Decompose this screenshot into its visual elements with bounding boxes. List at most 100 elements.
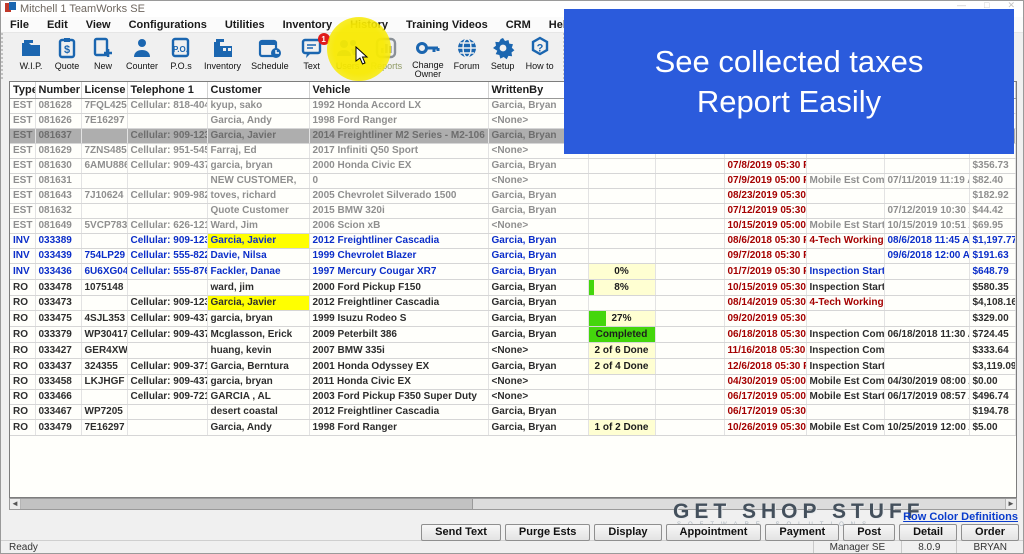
wip-row-081632[interactable]: EST081632Quote Customer2015 BMW 320iGarc… xyxy=(10,203,1016,218)
cell: RO xyxy=(10,389,35,404)
cell: 033466 xyxy=(35,389,81,404)
progress-cell xyxy=(588,158,655,173)
cell: Cellular: 909-123-4567 xyxy=(127,233,207,248)
cell: $648.79 xyxy=(969,263,1016,279)
toolbar-counter-button[interactable]: Counter xyxy=(121,33,163,79)
cell: Garcia, Javier xyxy=(207,295,309,310)
cell: $69.95 xyxy=(969,218,1016,233)
wip-row-033475[interactable]: RO0334754SJL353Cellular: 909-437-9514gar… xyxy=(10,310,1016,326)
cell: 08/14/2019 05:30 PM xyxy=(724,295,806,310)
key-icon xyxy=(415,35,441,60)
toolbar-change-owner-button[interactable]: Change Owner xyxy=(407,33,449,79)
cell: <None> xyxy=(488,389,588,404)
scroll-left-arrow-icon[interactable]: ◄ xyxy=(10,499,21,509)
reports-icon xyxy=(374,35,398,61)
appointment-button[interactable]: Appointment xyxy=(666,524,762,541)
cell: Garcia, Berntura xyxy=(207,358,309,374)
menu-item-history[interactable]: History xyxy=(341,19,397,31)
cell: WP30417 xyxy=(81,326,127,342)
cell xyxy=(81,128,127,143)
column-header-customer[interactable]: Customer xyxy=(207,82,309,98)
toolbar-forum-button[interactable]: Forum xyxy=(449,33,485,79)
cell: 081626 xyxy=(35,113,81,128)
cell: NEW CUSTOMER, xyxy=(207,173,309,188)
toolbar-how-to-button[interactable]: ?How to xyxy=(521,33,559,79)
wip-row-033379[interactable]: RO033379WP30417Cellular: 909-437-9514Mcg… xyxy=(10,326,1016,342)
menu-item-file[interactable]: File xyxy=(1,19,38,31)
wip-row-033436[interactable]: INV0334366U6XG04Cellular: 555-876-7892Fa… xyxy=(10,263,1016,279)
column-header-license[interactable]: License xyxy=(81,82,127,98)
toolbar-quote-button[interactable]: $Quote xyxy=(49,33,85,79)
toolbar-p-o-s-button[interactable]: P.O.P.O.s xyxy=(163,33,199,79)
toolbar-inventory-button[interactable]: Inventory xyxy=(199,33,246,79)
wip-row-081643[interactable]: EST0816437J10624Cellular: 909-982-1919to… xyxy=(10,188,1016,203)
cell: desert coastal xyxy=(207,404,309,419)
display-button[interactable]: Display xyxy=(594,524,661,541)
menu-item-configurations[interactable]: Configurations xyxy=(120,19,216,31)
column-header-vehicle[interactable]: Vehicle xyxy=(309,82,488,98)
cell: Garcia, Bryan xyxy=(488,404,588,419)
column-header-telephone-1[interactable]: Telephone 1 xyxy=(127,82,207,98)
app-logo-icon xyxy=(5,0,16,18)
payment-button[interactable]: Payment xyxy=(765,524,839,541)
action-button-row: Send TextPurge EstsDisplay AppointmentPay… xyxy=(421,524,1019,541)
row-color-definitions-link[interactable]: Row Color Definitions xyxy=(903,511,1018,523)
toolbar-setup-button[interactable]: Setup xyxy=(485,33,521,79)
toolbar-schedule-button[interactable]: Schedule xyxy=(246,33,294,79)
scrollbar-thumb[interactable] xyxy=(21,499,473,509)
menu-item-inventory[interactable]: Inventory xyxy=(274,19,342,31)
menu-item-edit[interactable]: Edit xyxy=(38,19,77,31)
cell: Garcia, Bryan xyxy=(488,279,588,295)
order-button[interactable]: Order xyxy=(961,524,1019,541)
scroll-right-arrow-icon[interactable]: ► xyxy=(1005,499,1016,509)
toolbar-text-button[interactable]: Text1 xyxy=(294,33,330,79)
cell xyxy=(806,404,884,419)
detail-button[interactable]: Detail xyxy=(899,524,957,541)
toolbar-reports-button[interactable]: Reports xyxy=(366,33,408,79)
cell: Davie, Nilsa xyxy=(207,248,309,263)
menu-item-crm[interactable]: CRM xyxy=(497,19,540,31)
cell: 754LP29 xyxy=(81,248,127,263)
wip-row-081649[interactable]: EST0816495VCP783Cellular: 626-121-3333Wa… xyxy=(10,218,1016,233)
svg-text:$: $ xyxy=(64,44,70,56)
wip-row-033466[interactable]: RO033466Cellular: 909-721-9858GARCIA , A… xyxy=(10,389,1016,404)
cell: toves, richard xyxy=(207,188,309,203)
wip-row-033478[interactable]: RO0334781075148ward, jim2000 Ford Pickup… xyxy=(10,279,1016,295)
toolbar-w-i-p--button[interactable]: W.I.P. xyxy=(13,33,49,79)
cell: 081628 xyxy=(35,98,81,113)
cell: 033389 xyxy=(35,233,81,248)
column-header-number[interactable]: Number xyxy=(35,82,81,98)
cell: 08/23/2019 05:30 PM xyxy=(724,188,806,203)
wip-row-033439[interactable]: INV033439754LP29Cellular: 555-822-2703Da… xyxy=(10,248,1016,263)
wip-row-081630[interactable]: EST0816306AMU886Cellular: 909-437-9514ga… xyxy=(10,158,1016,173)
menu-item-utilities[interactable]: Utilities xyxy=(216,19,274,31)
cell xyxy=(127,404,207,419)
app-window: Mitchell 1 TeamWorks SE — □ ✕ FileEditVi… xyxy=(0,0,1024,554)
wip-row-033427[interactable]: RO033427GER4XWMhuang, kevin2007 BMW 335i… xyxy=(10,342,1016,358)
purge-ests-button[interactable]: Purge Ests xyxy=(505,524,590,541)
toolbar-label: Counter xyxy=(126,62,158,71)
cell: 1998 Ford Ranger xyxy=(309,419,488,435)
wip-row-081631[interactable]: EST081631NEW CUSTOMER,0<None>07/9/2019 0… xyxy=(10,173,1016,188)
cell: Mobile Est Comple... xyxy=(806,173,884,188)
wip-row-033389[interactable]: INV033389Cellular: 909-123-4567Garcia, J… xyxy=(10,233,1016,248)
cell: 033475 xyxy=(35,310,81,326)
cell: RO xyxy=(10,419,35,435)
cell: 081631 xyxy=(35,173,81,188)
cell xyxy=(806,310,884,326)
wip-row-033437[interactable]: RO033437324355Cellular: 909-371-7340Garc… xyxy=(10,358,1016,374)
post-button[interactable]: Post xyxy=(843,524,895,541)
progress-cell: Completed xyxy=(588,326,655,342)
cell: Garcia, Bryan xyxy=(488,248,588,263)
column-header-type[interactable]: Type xyxy=(10,82,35,98)
wip-row-033479[interactable]: RO0334797E16297Garcia, Andy1998 Ford Ran… xyxy=(10,419,1016,435)
cell: INV xyxy=(10,233,35,248)
menu-item-training-videos[interactable]: Training Videos xyxy=(397,19,497,31)
menu-item-view[interactable]: View xyxy=(77,19,120,31)
toolbar-new-button[interactable]: New xyxy=(85,33,121,79)
wip-row-033458[interactable]: RO033458LKJHGFCellular: 909-437-9514garc… xyxy=(10,374,1016,389)
cell: 7E16297 xyxy=(81,113,127,128)
send-text-button[interactable]: Send Text xyxy=(421,524,501,541)
wip-row-033467[interactable]: RO033467WP7205desert coastal2012 Freight… xyxy=(10,404,1016,419)
wip-row-033473[interactable]: RO033473Cellular: 909-123-4567Garcia, Ja… xyxy=(10,295,1016,310)
